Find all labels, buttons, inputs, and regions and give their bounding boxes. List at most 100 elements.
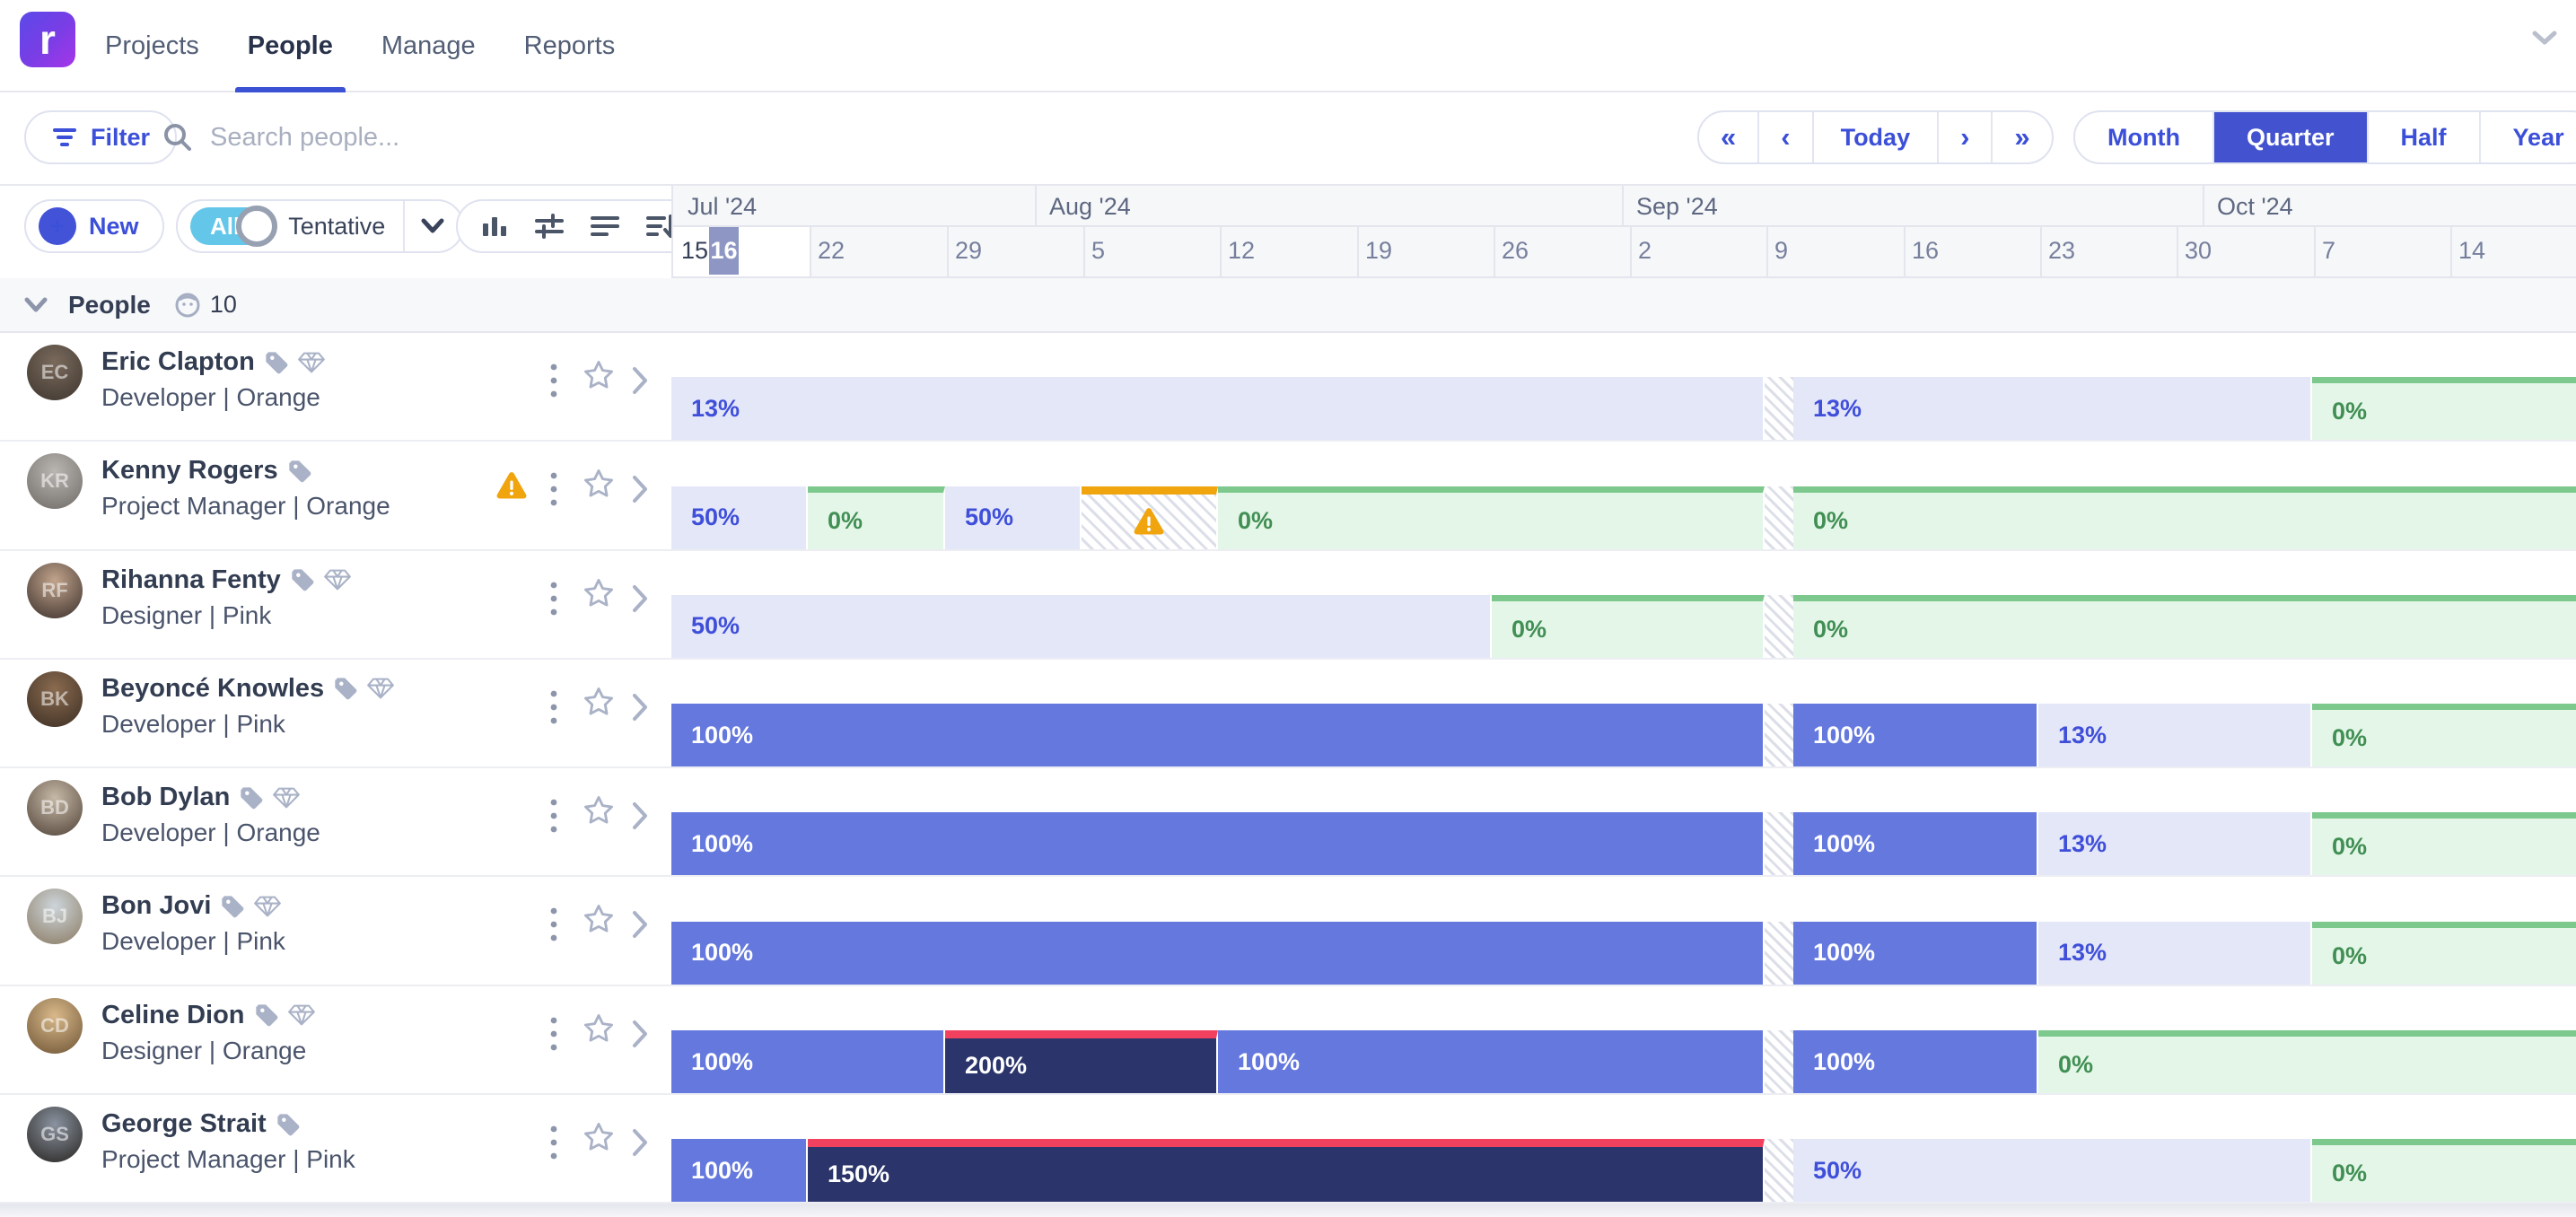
person-name[interactable]: Kenny Rogers [101, 456, 312, 486]
allocation-segment[interactable]: 150% [808, 1139, 1765, 1202]
allocation-segment[interactable]: 50% [945, 486, 1082, 549]
avatar[interactable]: BD [27, 780, 83, 836]
allocation-segment[interactable]: 0% [2312, 812, 2576, 875]
allocation-segment[interactable]: 100% [671, 1139, 808, 1202]
filter-button[interactable]: Filter [24, 110, 177, 164]
tab-manage[interactable]: Manage [381, 0, 476, 92]
week-start-label[interactable]: 22 [818, 237, 845, 265]
favorite-star-icon[interactable] [582, 1011, 616, 1050]
favorite-star-icon[interactable] [582, 467, 616, 505]
row-menu-kebab-icon[interactable] [549, 906, 558, 948]
row-menu-kebab-icon[interactable] [549, 1015, 558, 1057]
header-collapse-chevron-icon[interactable] [2529, 27, 2560, 53]
warning-allocation-segment[interactable] [1082, 486, 1218, 549]
allocation-segment[interactable]: 0% [2312, 704, 2576, 766]
allocation-segment[interactable]: 100% [671, 812, 1765, 875]
allocation-segment[interactable]: 100% [671, 1030, 945, 1093]
prev-button[interactable]: ‹ [1757, 112, 1811, 162]
week-start-label[interactable]: 12 [1228, 237, 1255, 265]
allocation-segment[interactable]: 13% [1793, 377, 2312, 440]
expand-row-chevron-icon[interactable] [630, 1127, 650, 1162]
allocation-segment[interactable]: 0% [808, 486, 945, 549]
avatar[interactable]: BJ [27, 889, 83, 944]
allocation-segment[interactable]: 100% [671, 704, 1765, 766]
list-view-icon[interactable] [589, 211, 621, 241]
allocation-segment[interactable]: 200% [945, 1030, 1218, 1093]
allocation-segment[interactable]: 13% [2038, 922, 2312, 985]
week-start-label[interactable]: 29 [955, 237, 982, 265]
week-start-label[interactable]: 7 [2322, 237, 2335, 265]
next-button[interactable]: › [1937, 112, 1991, 162]
tab-reports[interactable]: Reports [524, 0, 616, 92]
tab-people[interactable]: People [248, 0, 333, 92]
avatar[interactable]: EC [27, 345, 83, 400]
allocation-segment[interactable]: 100% [1793, 812, 2038, 875]
allocation-segment[interactable]: 0% [2312, 377, 2576, 440]
week-start-label[interactable]: 16 [1912, 237, 1939, 265]
person-name[interactable]: Rihanna Fenty [101, 565, 351, 595]
person-name[interactable]: Celine Dion [101, 1001, 315, 1030]
jump-back-button[interactable]: « [1699, 112, 1757, 162]
allocation-segment[interactable]: 100% [1793, 922, 2038, 985]
allocation-segment[interactable]: 0% [1218, 486, 1765, 549]
jump-forward-button[interactable]: » [1991, 112, 2051, 162]
avatar[interactable]: KR [27, 453, 83, 509]
allocation-segment[interactable]: 50% [671, 595, 1492, 658]
week-start-label[interactable]: 5 [1091, 237, 1105, 265]
avatar[interactable]: RF [27, 563, 83, 618]
row-menu-kebab-icon[interactable] [549, 688, 558, 731]
expand-row-chevron-icon[interactable] [630, 474, 650, 509]
row-menu-kebab-icon[interactable] [549, 362, 558, 404]
expand-row-chevron-icon[interactable] [630, 1019, 650, 1054]
row-menu-kebab-icon[interactable] [549, 797, 558, 839]
view-quarter-button[interactable]: Quarter [2212, 112, 2367, 162]
allocation-segment[interactable]: 0% [1793, 595, 2576, 658]
row-menu-kebab-icon[interactable] [549, 470, 558, 512]
group-collapse-chevron-icon[interactable] [23, 296, 48, 314]
week-start-label[interactable]: 26 [1502, 237, 1529, 265]
new-person-button[interactable]: + New [24, 199, 164, 253]
person-name[interactable]: Bob Dylan [101, 783, 300, 812]
allocation-segment[interactable]: 100% [671, 922, 1765, 985]
allocation-segment[interactable]: 0% [1492, 595, 1765, 658]
tab-projects[interactable]: Projects [105, 0, 199, 92]
person-name[interactable]: George Strait [101, 1109, 301, 1139]
tune-settings-icon[interactable] [533, 211, 565, 241]
allocation-segment[interactable]: 50% [1793, 1139, 2312, 1202]
allocation-segment[interactable]: 50% [671, 486, 808, 549]
allocation-segment[interactable]: 0% [2038, 1030, 2576, 1093]
favorite-star-icon[interactable] [582, 793, 616, 832]
allocation-segment[interactable]: 0% [2312, 922, 2576, 985]
allocation-segment[interactable]: 100% [1218, 1030, 1765, 1093]
avatar[interactable]: GS [27, 1107, 83, 1162]
person-name[interactable]: Beyoncé Knowles [101, 674, 394, 704]
toggle-knob[interactable] [236, 206, 277, 247]
person-name[interactable]: Eric Clapton [101, 347, 325, 377]
allocation-segment[interactable]: 13% [671, 377, 1765, 440]
week-start-label[interactable]: 30 [2185, 237, 2212, 265]
expand-row-chevron-icon[interactable] [630, 583, 650, 618]
allocation-segment[interactable]: 0% [1793, 486, 2576, 549]
expand-row-chevron-icon[interactable] [630, 692, 650, 727]
favorite-star-icon[interactable] [582, 685, 616, 723]
week-start-label[interactable]: 19 [1365, 237, 1392, 265]
today-button[interactable]: Today [1812, 112, 1938, 162]
week-start-label[interactable]: 9 [1774, 237, 1788, 265]
app-logo[interactable]: r [20, 12, 75, 67]
today-date-chip[interactable]: 16 [709, 227, 739, 275]
favorite-star-icon[interactable] [582, 1120, 616, 1159]
favorite-star-icon[interactable] [582, 902, 616, 941]
toggle-dropdown-chevron-icon[interactable] [419, 216, 446, 236]
row-menu-kebab-icon[interactable] [549, 1124, 558, 1166]
overbooked-warning-icon[interactable] [495, 471, 528, 505]
expand-row-chevron-icon[interactable] [630, 909, 650, 944]
expand-row-chevron-icon[interactable] [630, 801, 650, 836]
search-input[interactable] [208, 122, 714, 153]
allocation-segment[interactable]: 13% [2038, 812, 2312, 875]
allocation-segment[interactable]: 13% [2038, 704, 2312, 766]
favorite-star-icon[interactable] [582, 358, 616, 397]
row-menu-kebab-icon[interactable] [549, 580, 558, 622]
allocation-segment[interactable]: 100% [1793, 704, 2038, 766]
allocation-segment[interactable]: 0% [2312, 1139, 2576, 1202]
week-start-label[interactable]: 2 [1638, 237, 1652, 265]
